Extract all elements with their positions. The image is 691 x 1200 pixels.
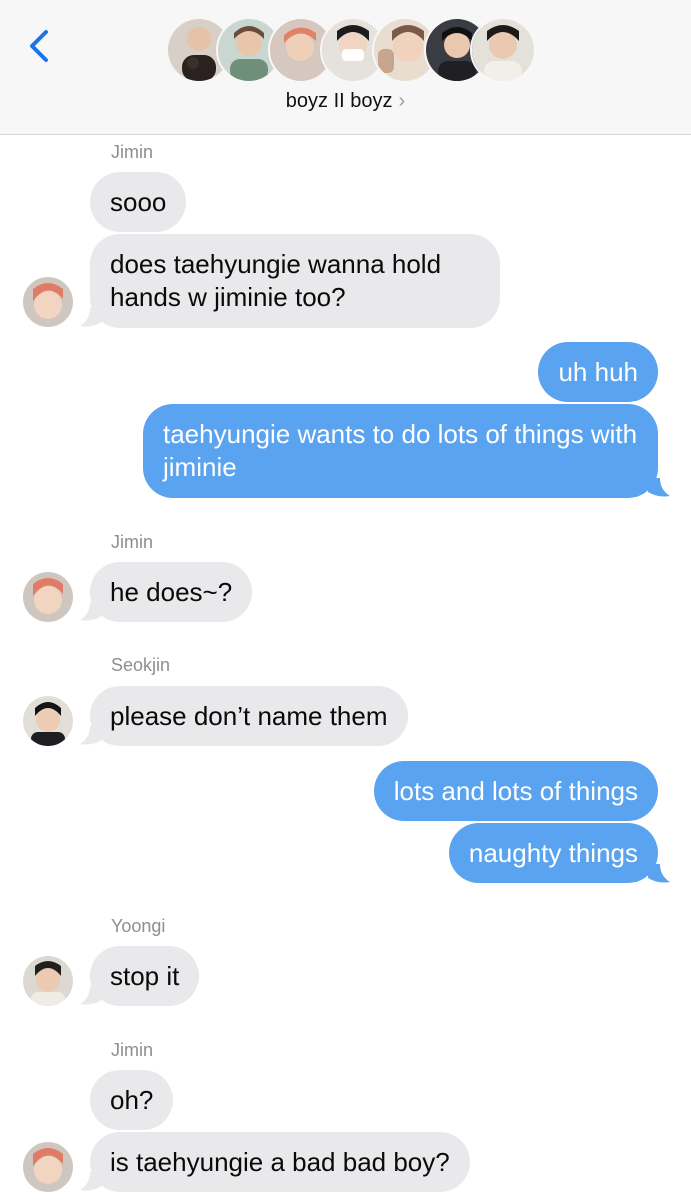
sender-name: Yoongi (111, 916, 166, 936)
avatar-jimin[interactable] (23, 1142, 73, 1192)
bubble-tail (80, 1172, 102, 1191)
group-avatars[interactable] (166, 17, 536, 85)
chevron-right-icon: › (398, 90, 406, 112)
bubble-tail (648, 478, 670, 497)
sender-name: Jimin (111, 1040, 154, 1060)
incoming-message[interactable]: oh? (90, 1070, 174, 1130)
sender-name: Jimin (111, 142, 154, 162)
bubble-tail (80, 726, 102, 745)
avatar-yoongi[interactable] (23, 956, 73, 1006)
outgoing-message[interactable]: taehyungie wants to do lots of things wi… (143, 404, 658, 498)
avatar-jimin[interactable] (23, 277, 73, 327)
group-avatar-7 (470, 17, 536, 83)
avatar-seokjin[interactable] (23, 696, 73, 746)
incoming-message[interactable]: stop it (90, 946, 200, 1006)
incoming-message[interactable]: he does~? (90, 562, 253, 622)
avatar-jimin[interactable] (23, 572, 73, 622)
sender-name: Jimin (111, 532, 154, 552)
group-name: boyz II boyz (285, 90, 393, 112)
conversation-title[interactable]: boyz II boyz › (0, 90, 691, 113)
outgoing-message[interactable]: naughty things (448, 823, 658, 883)
back-button[interactable] (22, 28, 58, 64)
outgoing-message[interactable]: lots and lots of things (373, 761, 658, 821)
bubble-tail (80, 602, 102, 621)
incoming-message[interactable]: please don’t name them (90, 686, 408, 746)
sender-name: Seokjin (111, 655, 171, 675)
bubble-tail (80, 986, 102, 1005)
chevron-left-icon (30, 30, 48, 62)
conversation-header: boyz II boyz › (0, 0, 691, 135)
outgoing-message[interactable]: uh huh (538, 342, 658, 402)
incoming-message[interactable]: does taehyungie wanna hold hands w jimin… (90, 234, 500, 328)
bubble-tail (80, 308, 102, 327)
incoming-message[interactable]: sooo (90, 172, 187, 232)
incoming-message[interactable]: is taehyungie a bad bad boy? (90, 1132, 470, 1192)
bubble-tail (648, 864, 670, 883)
